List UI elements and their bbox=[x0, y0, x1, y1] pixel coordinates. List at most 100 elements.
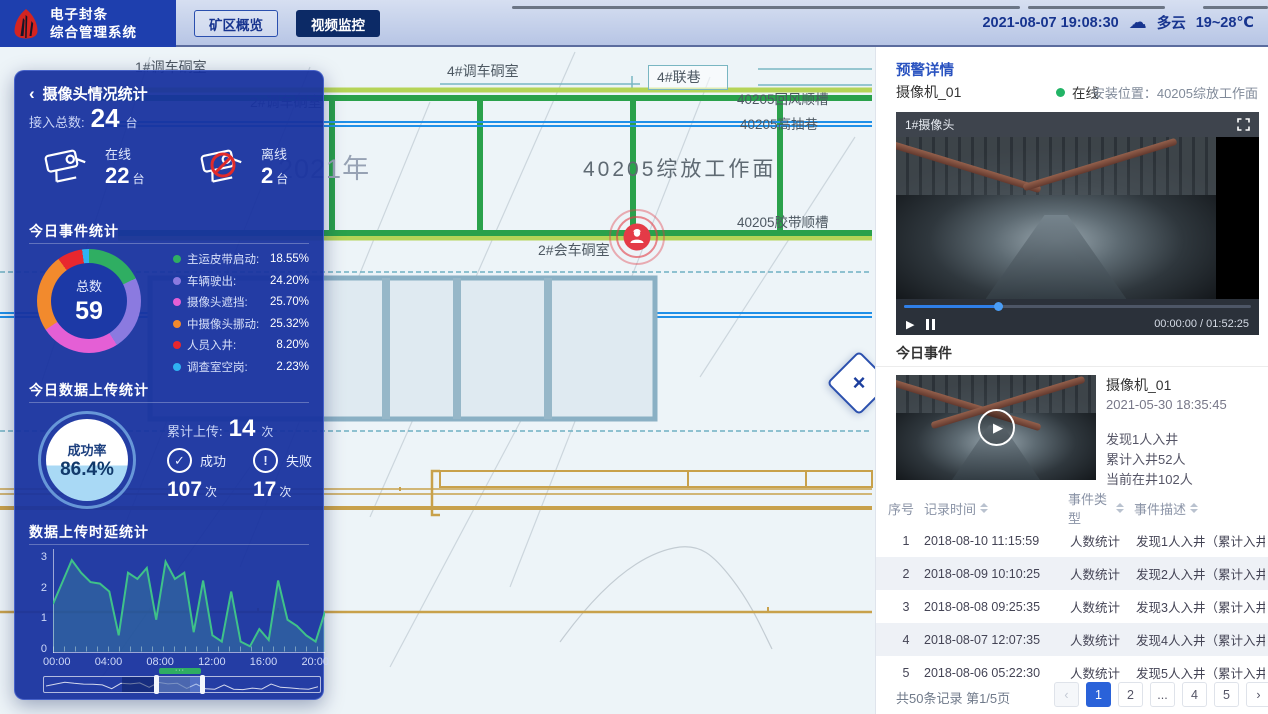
gauge-inner: 成功率 86.4% bbox=[46, 419, 128, 501]
events-section-title: 今日事件统计 bbox=[29, 221, 119, 241]
upload-section-title: 今日数据上传统计 bbox=[29, 380, 149, 400]
sort-icon[interactable] bbox=[1190, 503, 1198, 513]
alert-detail-title: 预警详情 bbox=[896, 59, 954, 80]
video-progress-track[interactable] bbox=[904, 305, 1251, 308]
play-overlay-icon[interactable]: ▶ bbox=[978, 409, 1015, 446]
play-button[interactable]: ▶ bbox=[906, 318, 914, 331]
app-logo-icon bbox=[10, 7, 42, 41]
brush-selection[interactable] bbox=[157, 677, 202, 692]
page-button-4[interactable]: 4 bbox=[1182, 682, 1207, 707]
offline-cameras: 离线 2台 bbox=[195, 141, 288, 191]
header-divider-segment bbox=[512, 6, 1020, 9]
camera-location: 安装位置：40205综放工作面 bbox=[1092, 83, 1258, 102]
column-header[interactable]: 事件描述 bbox=[1134, 499, 1198, 518]
fullscreen-icon[interactable] bbox=[1237, 118, 1250, 131]
brush-handle-right[interactable] bbox=[200, 675, 205, 694]
cell-time: 2018-08-10 11:15:59 bbox=[924, 534, 1070, 548]
cell-description: 发现4人入井（累计入井52人... bbox=[1136, 630, 1265, 649]
video-progress-row bbox=[896, 299, 1259, 313]
section-divider bbox=[29, 243, 309, 244]
check-icon: ✓ bbox=[167, 448, 192, 473]
sort-icon[interactable] bbox=[1116, 503, 1124, 513]
total-cameras: 接入总数: 24 台 bbox=[29, 103, 138, 134]
x-tick: 16:00 bbox=[250, 656, 278, 668]
panel-title: 摄像头情况统计 bbox=[43, 83, 148, 104]
success-value: 107 bbox=[167, 478, 202, 501]
online-status-dot bbox=[1056, 88, 1065, 97]
page-button-1[interactable]: 1 bbox=[1086, 682, 1111, 707]
header-status-area: 2021-08-07 19:08:30 ☁ 多云 19~28℃ bbox=[982, 0, 1254, 45]
tunnel-floor bbox=[986, 215, 1127, 299]
pause-button[interactable] bbox=[926, 319, 935, 330]
cell-type: 人数统计 bbox=[1070, 531, 1136, 550]
legend-value: 25.32% bbox=[270, 318, 309, 330]
y-tick: 2 bbox=[35, 582, 47, 594]
x-tick: 20:00 bbox=[301, 656, 329, 668]
donut-center-value: 59 bbox=[75, 297, 103, 326]
event-camera-name: 摄像机_01 bbox=[1106, 375, 1171, 395]
legend-dot bbox=[173, 298, 181, 306]
brush-range-bar[interactable]: ··· bbox=[159, 668, 201, 674]
next-page-button[interactable]: › bbox=[1246, 682, 1268, 707]
x-tick: 08:00 bbox=[146, 656, 174, 668]
latency-y-axis: 3 2 1 0 bbox=[35, 551, 47, 655]
x-tick: 00:00 bbox=[43, 656, 71, 668]
event-thumbnail[interactable]: ▶ bbox=[896, 375, 1096, 480]
top-header: 电子封条 综合管理系统 矿区概览 视频监控 2021-08-07 19:08:3… bbox=[0, 0, 1268, 47]
success-unit: 次 bbox=[205, 485, 217, 499]
table-row[interactable]: 22018-08-09 10:10:25人数统计发现2人入井（累计入井52人..… bbox=[876, 557, 1268, 590]
gauge-label: 成功率 bbox=[67, 440, 106, 459]
weather-label: 多云 bbox=[1157, 12, 1186, 33]
legend-label: 车辆驶出: bbox=[187, 273, 236, 289]
pagination: ‹ 12... 45 › bbox=[1054, 682, 1268, 707]
cell-type: 人数统计 bbox=[1070, 597, 1136, 616]
legend-dot bbox=[173, 320, 181, 328]
events-table-body: 12018-08-10 11:15:59人数统计发现1人入井（累计入井52人..… bbox=[876, 524, 1268, 689]
table-row[interactable]: 32018-08-08 09:25:35人数统计发现3人入井（累计入井52人..… bbox=[876, 590, 1268, 623]
cell-index: 1 bbox=[888, 534, 924, 548]
fail-unit: 次 bbox=[279, 485, 291, 499]
column-header[interactable]: 记录时间 bbox=[924, 499, 1036, 518]
legend-value: 25.70% bbox=[270, 296, 309, 308]
video-progress-handle[interactable] bbox=[994, 302, 1003, 311]
page-button-2[interactable]: 2 bbox=[1118, 682, 1143, 707]
y-tick: 3 bbox=[35, 551, 47, 563]
column-header[interactable]: 事件类型 bbox=[1068, 489, 1124, 527]
nav-tab-video-monitor[interactable]: 视频监控 bbox=[296, 10, 380, 37]
cell-description: 发现5人入井（累计入井52人... bbox=[1136, 663, 1265, 682]
page-button-5[interactable]: 5 bbox=[1214, 682, 1239, 707]
cumulative-value: 14 bbox=[229, 415, 256, 443]
cell-index: 5 bbox=[888, 666, 924, 680]
timeline-brush[interactable]: ··· bbox=[43, 676, 321, 693]
total-label: 接入总数: bbox=[29, 112, 85, 131]
map-label: 2#会车硐室 bbox=[538, 240, 610, 260]
back-icon[interactable]: ‹ bbox=[29, 85, 35, 102]
brush-handle-left[interactable] bbox=[154, 675, 159, 694]
cell-time: 2018-08-09 10:10:25 bbox=[924, 567, 1070, 581]
camera-stats-panel: ‹ 摄像头情况统计 接入总数: 24 台 在线 22台 bbox=[14, 70, 324, 700]
cumulative-label: 累计上传: bbox=[167, 421, 223, 440]
alert-marker[interactable] bbox=[606, 206, 668, 268]
upload-success: ✓ 成功 107次 bbox=[167, 448, 226, 502]
table-row[interactable]: 12018-08-10 11:15:59人数统计发现1人入井（累计入井52人..… bbox=[876, 524, 1268, 557]
donut-legend: 主运皮带启动:18.55%车辆驶出:24.20%摄像头遮挡:25.70%中摄像头… bbox=[173, 251, 309, 375]
table-row[interactable]: 42018-08-07 12:07:35人数统计发现4人入井（累计入井52人..… bbox=[876, 623, 1268, 656]
sort-icon[interactable] bbox=[980, 503, 988, 513]
legend-dot bbox=[173, 341, 181, 349]
legend-item: 人员入井:8.20% bbox=[173, 337, 309, 353]
event-detail-line: 累计入井52人 bbox=[1106, 449, 1185, 468]
temperature-display: 19~28℃ bbox=[1196, 15, 1254, 31]
pause-icon bbox=[926, 319, 935, 330]
cell-description: 发现1人入井（累计入井52人... bbox=[1136, 531, 1265, 550]
cell-type: 人数统计 bbox=[1070, 564, 1136, 583]
page-ellipsis[interactable]: ... bbox=[1150, 682, 1175, 707]
nav-tab-mine-overview[interactable]: 矿区概览 bbox=[194, 10, 278, 37]
video-frame[interactable] bbox=[896, 137, 1259, 299]
offline-label: 离线 bbox=[261, 144, 288, 163]
donut-center: 总数 59 bbox=[51, 263, 127, 339]
legend-item: 摄像头遮挡:25.70% bbox=[173, 294, 309, 310]
x-tick: 04:00 bbox=[95, 656, 123, 668]
latency-section-title: 数据上传时延统计 bbox=[29, 522, 149, 542]
latency-x-axis: 00:00 04:00 08:00 12:00 16:00 20:00 bbox=[43, 656, 329, 668]
prev-page-button[interactable]: ‹ bbox=[1054, 682, 1079, 707]
